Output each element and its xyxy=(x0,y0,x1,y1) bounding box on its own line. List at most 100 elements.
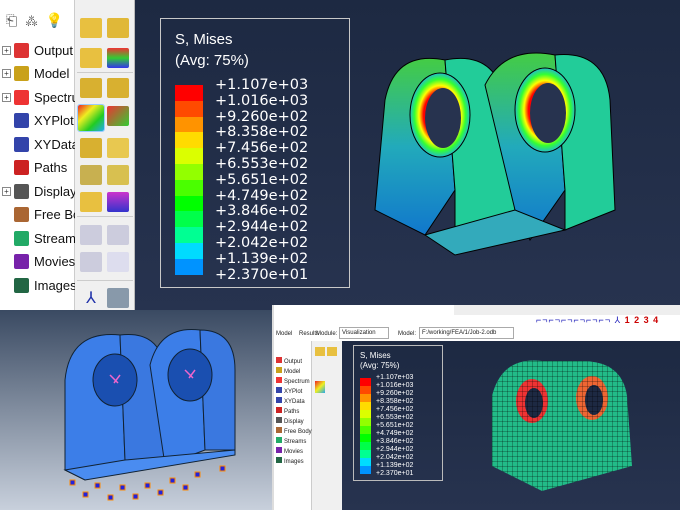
tree-item[interactable]: Paths xyxy=(276,407,299,415)
tree-node-icon xyxy=(276,437,282,443)
tree-item[interactable]: Movies xyxy=(276,447,303,455)
undeformed-shape-icon[interactable] xyxy=(80,18,102,38)
orientation-options-icon[interactable] xyxy=(107,165,129,185)
legend-value: +9.260e+02 xyxy=(376,390,414,397)
view-3-button[interactable]: 3 xyxy=(644,315,650,325)
divider xyxy=(77,72,133,73)
expand-icon[interactable]: + xyxy=(2,45,11,55)
tree-node-icon xyxy=(14,160,29,175)
lightbulb-icon[interactable]: 💡 xyxy=(46,12,63,28)
legend-color-swatch xyxy=(175,100,203,117)
legend-value: +1.107e+03 xyxy=(215,77,309,93)
tree-item[interactable]: XYData xyxy=(276,397,305,405)
tree-item-label: Movies xyxy=(34,254,76,269)
view-cut-icon[interactable]: ⅄ xyxy=(80,288,102,308)
stress-contour-model xyxy=(374,52,616,256)
legend-value: +3.846e+02 xyxy=(376,438,414,445)
common-options-icon[interactable] xyxy=(107,48,129,68)
tree-item[interactable]: Streams xyxy=(276,437,306,445)
animation-options-icon[interactable] xyxy=(107,252,129,272)
plot-material-orientations-icon[interactable] xyxy=(80,165,102,185)
tree-item[interactable]: Spectrum xyxy=(276,377,310,385)
expand-icon[interactable]: + xyxy=(2,92,11,102)
folder-back-icon[interactable]: ⎗ xyxy=(6,12,17,28)
tree-item-label: Output xyxy=(284,359,303,365)
tree-item[interactable]: XYData xyxy=(2,134,79,154)
legend-color-swatch xyxy=(360,450,371,458)
legend-value: +2.042e+02 xyxy=(376,454,414,461)
animate-time-icon[interactable] xyxy=(107,225,129,245)
animate-harmonic-icon[interactable] xyxy=(80,252,102,272)
legend-value: +7.456e+02 xyxy=(215,140,309,157)
view-2-button[interactable]: 2 xyxy=(634,315,640,325)
contour-legend: S, Mises (Avg: 75%) +1.107e+03 +1.016e+03… xyxy=(160,18,350,288)
plot-contours-icon[interactable] xyxy=(77,104,105,132)
legend-color-swatch xyxy=(175,164,203,180)
tree-item-label: Movies xyxy=(284,449,304,455)
plot-deformed-icon[interactable] xyxy=(107,78,129,98)
model-select[interactable]: F:/working/FEA/1/Job-2.odb xyxy=(419,327,514,339)
superimpose-icon[interactable] xyxy=(80,48,102,68)
tree-item-label: XYData xyxy=(34,136,79,152)
view-1-button[interactable]: 1 xyxy=(625,315,631,325)
expand-icon[interactable]: + xyxy=(2,69,11,78)
tree-node-icon xyxy=(14,66,29,81)
tree-item[interactable]: Paths xyxy=(2,158,67,178)
overlay-options-icon[interactable] xyxy=(107,192,129,212)
tree-item[interactable]: Movies xyxy=(2,252,75,272)
symbol-options-icon[interactable] xyxy=(107,138,129,158)
tab-model[interactable]: Model xyxy=(276,331,292,337)
tree-item[interactable]: Images xyxy=(2,275,77,295)
legend-color-swatch xyxy=(360,386,371,394)
legend-value: +2.370e+01 xyxy=(376,470,414,477)
tree-node-icon xyxy=(14,183,29,199)
deformed-shape-icon[interactable] xyxy=(107,18,129,38)
boundary-conditions-viewport[interactable] xyxy=(0,310,272,510)
legend-value: +8.358e+02 xyxy=(376,398,414,405)
report-icon[interactable] xyxy=(107,288,129,308)
tree-item[interactable]: + Display xyxy=(2,181,77,201)
plot-undeformed-icon[interactable] xyxy=(80,78,102,98)
legend-color-swatch xyxy=(175,179,203,196)
view-4-button[interactable]: 4 xyxy=(653,315,659,325)
legend-value: +8.358e+02 xyxy=(215,124,309,141)
tree-item[interactable]: Display xyxy=(276,417,304,425)
view-icons[interactable]: ⌐¬⌐¬⌐¬⌐¬⌐¬⌐¬ ⅄ xyxy=(536,315,625,325)
tree-item[interactable]: Model xyxy=(276,367,300,375)
legend-value: +2.370e+01 xyxy=(215,266,309,283)
legend-value: +2.944e+02 xyxy=(376,446,414,453)
tree-item-label: Output xyxy=(34,42,74,58)
tree-item[interactable]: Output xyxy=(276,357,302,365)
tree-item-label: Model xyxy=(34,66,70,81)
tree-item[interactable]: + Model xyxy=(2,64,69,84)
tree-node-icon xyxy=(276,417,282,423)
legend-value: +1.016e+03 xyxy=(215,92,309,109)
toolbox: ⅄ xyxy=(75,0,135,310)
tree-item[interactable]: XYPlot xyxy=(276,387,302,395)
tree-item[interactable]: Free Body xyxy=(276,427,312,435)
legend-color-swatch xyxy=(175,85,203,101)
legend-value: +9.260e+02 xyxy=(215,108,309,125)
allow-multiple-plots-icon[interactable] xyxy=(80,192,102,212)
tree-item-label: Paths xyxy=(284,409,300,415)
tree-item[interactable]: XYPlot xyxy=(2,111,74,131)
tree-item-label: XYData xyxy=(284,399,305,405)
tree-item[interactable]: Images xyxy=(276,457,304,465)
legend-color-swatch xyxy=(360,458,371,466)
legend-value: +3.846e+02 xyxy=(215,203,309,220)
tree-item-label: Paths xyxy=(34,160,68,175)
results-tree: ⎗ ⁂ 💡 + Output + Model + Spectrum XYPlot XYData… xyxy=(0,0,94,310)
contour-options-icon[interactable] xyxy=(107,106,129,126)
filter-icon[interactable]: ⁂ xyxy=(25,12,38,28)
expand-icon[interactable]: + xyxy=(2,186,11,196)
legend-title: S, Mises xyxy=(175,31,233,48)
module-select[interactable]: Visualization xyxy=(339,327,389,339)
plot-symbols-icon[interactable] xyxy=(80,138,102,158)
tree-item[interactable]: Streams xyxy=(2,228,82,248)
tree-node-icon xyxy=(276,367,282,373)
plot-contours-icon[interactable] xyxy=(315,381,325,393)
tree-item[interactable]: + Output xyxy=(2,40,73,60)
animate-scale-icon[interactable] xyxy=(80,225,102,245)
tree-node-icon xyxy=(14,207,29,222)
tree-item-label: Display xyxy=(284,419,304,425)
